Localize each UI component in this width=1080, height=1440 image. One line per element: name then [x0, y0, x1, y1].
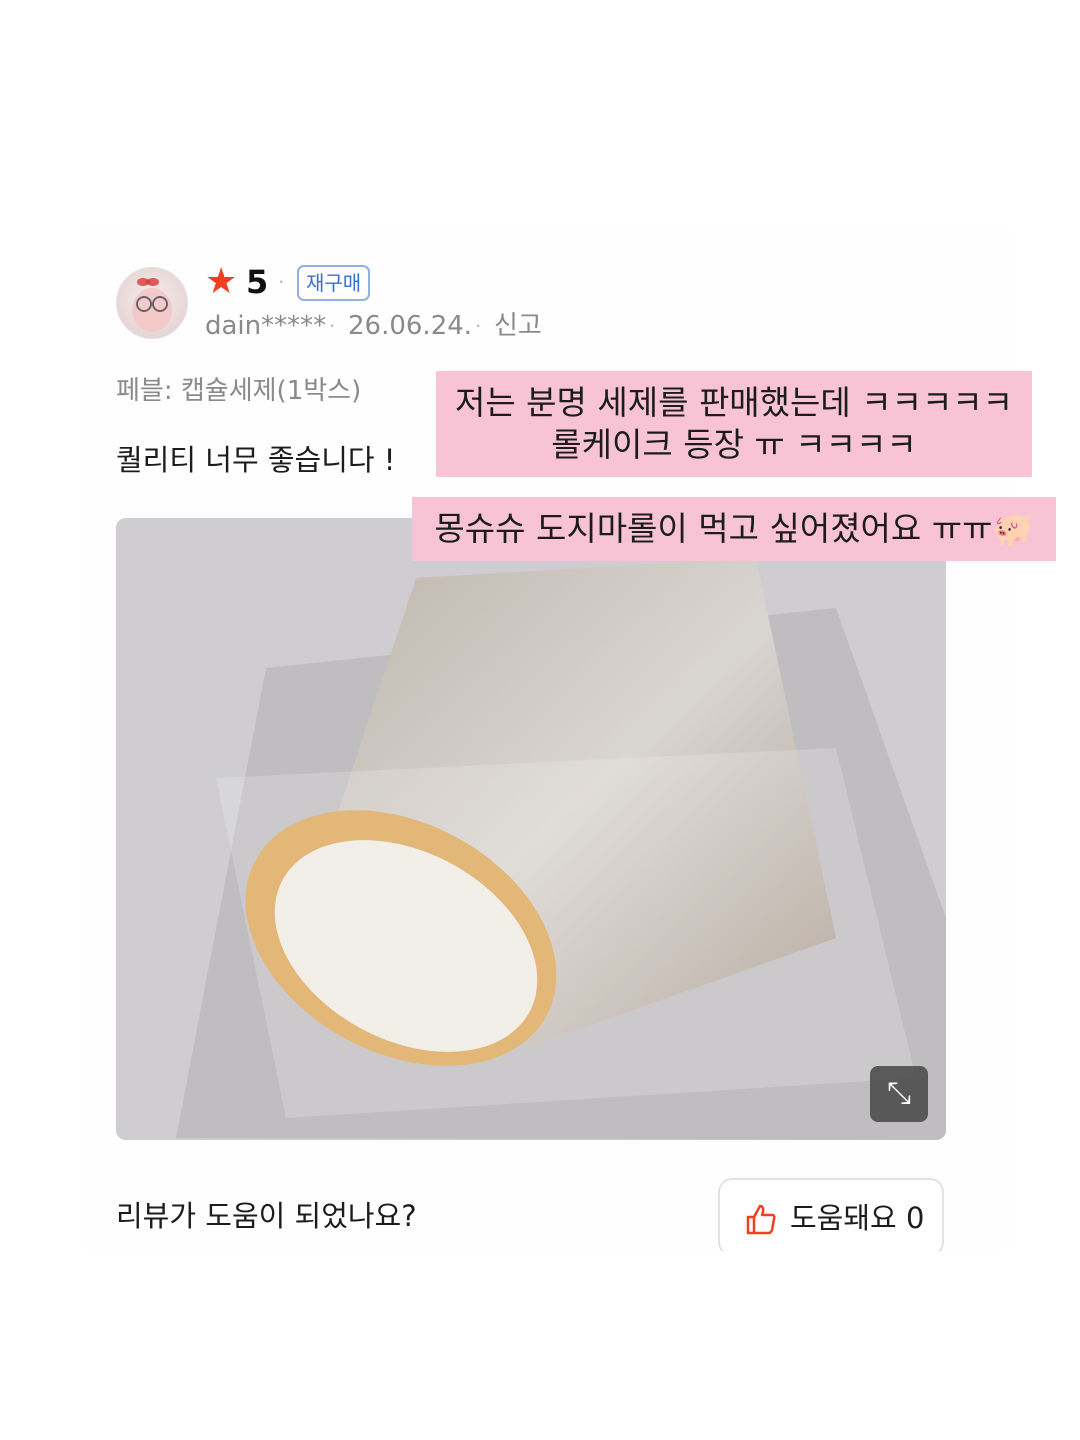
helpful-question: 리뷰가 도움이 되었나요?: [116, 1199, 417, 1233]
review-photo[interactable]: [116, 518, 946, 1140]
thumbs-up-icon: [746, 1204, 776, 1235]
review-date: 26.06.24.: [348, 311, 473, 341]
expand-icon[interactable]: ⤡: [870, 1066, 928, 1122]
avatar-image: [132, 278, 172, 332]
caption-box-2: 몽슈슈 도지마롤이 먹고 싶어졌어요 ㅠㅠ🐖: [412, 497, 1056, 561]
purchased-option: 페블: 캡슐세제(1박스): [116, 376, 362, 406]
star-icon: ★: [205, 261, 238, 302]
separator-dot: ·: [329, 314, 336, 338]
report-link[interactable]: 신고: [494, 306, 542, 346]
caption-line-2: 롤케이크 등장 ㅠ ㅋㅋㅋㅋ: [551, 425, 917, 464]
repurchase-badge: 재구매: [297, 265, 371, 301]
caption-line-1: 저는 분명 세제를 판매했는데 ㅋㅋㅋㅋㅋ: [454, 383, 1014, 422]
caption-box-1: 저는 분명 세제를 판매했는데 ㅋㅋㅋㅋㅋ 롤케이크 등장 ㅠ ㅋㅋㅋㅋ: [436, 371, 1032, 477]
review-text: 퀄리티 너무 좋습니다 !: [116, 443, 396, 477]
helpful-button[interactable]: 도움돼요 0: [718, 1178, 944, 1256]
username: dain*****: [205, 311, 327, 341]
rating-value: 5: [246, 263, 269, 301]
avatar[interactable]: [116, 267, 188, 339]
separator-dot: ·: [475, 314, 482, 338]
separator-dot: ·: [278, 270, 285, 294]
roll-cake-image: [116, 518, 946, 1140]
helpful-label: 도움돼요 0: [790, 1201, 925, 1235]
caption-line-3: 몽슈슈 도지마롤이 먹고 싶어졌어요 ㅠㅠ🐖: [434, 509, 1034, 548]
